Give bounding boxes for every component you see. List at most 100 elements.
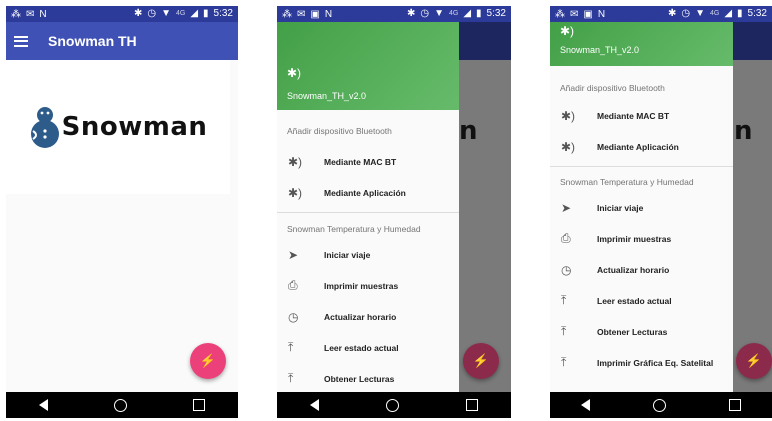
- menu-item-imprimir-muestras[interactable]: ⎙ Imprimir muestras: [277, 270, 459, 301]
- app-bar: Snowman TH: [6, 22, 238, 60]
- divider: [550, 166, 733, 167]
- print-icon: ⎙: [288, 278, 298, 292]
- recents-icon[interactable]: [193, 399, 205, 411]
- notification-icon: ⁂: [11, 8, 21, 20]
- snowman-logo: Snowman: [29, 105, 208, 149]
- drawer-header: ✱) Snowman_TH_v2.0: [277, 22, 459, 110]
- menu-icon[interactable]: [14, 35, 28, 47]
- section-sensor: Snowman Temperatura y Humedad: [560, 177, 694, 187]
- back-icon[interactable]: [310, 399, 320, 411]
- menu-item-app[interactable]: ✱) Mediante Aplicación: [550, 131, 733, 162]
- print-icon: ⎙: [561, 231, 571, 245]
- phone-drawer-open: ⁂ ✉ ▣ N ✱ ◷ ▼ 4G ◢ ▮ 5:32 n ⚡ ✱) Snowman…: [277, 6, 511, 418]
- send-icon: ➤: [288, 247, 299, 262]
- fab-connect-button[interactable]: ⚡: [190, 343, 226, 379]
- clock-icon: ◷: [288, 309, 299, 324]
- n-icon: N: [597, 8, 606, 20]
- menu-item-mac-bt[interactable]: ✱) Mediante MAC BT: [550, 100, 733, 131]
- plug-icon: ⚡: [199, 353, 217, 368]
- bluetooth-icon: ✱): [288, 154, 303, 169]
- bluetooth-icon: ✱): [287, 66, 302, 80]
- device-name: Snowman_TH_v2.0: [560, 45, 640, 55]
- signal-icon: ◢: [463, 8, 472, 19]
- signal-tag: 4G: [175, 10, 186, 17]
- menu-item-obtener-lecturas[interactable]: ⤒ Obtener Lecturas: [277, 363, 459, 392]
- upload-icon: ⤒: [288, 371, 294, 385]
- image-icon: ▣: [583, 8, 593, 20]
- clock-time: 5:32: [213, 8, 233, 19]
- upload-icon: ⤒: [561, 324, 567, 338]
- bluetooth-icon: ✱): [561, 139, 576, 154]
- bluetooth-icon: ✱): [560, 24, 575, 38]
- bluetooth-icon: ✱): [288, 185, 303, 200]
- send-icon: ➤: [561, 200, 572, 215]
- bluetooth-status-icon: ✱: [406, 8, 416, 19]
- section-bluetooth: Añadir dispositivo Bluetooth: [287, 126, 392, 136]
- device-name: Snowman_TH_v2.0: [287, 91, 367, 101]
- wifi-icon: ▼: [434, 8, 444, 19]
- menu-item-actualizar-horario[interactable]: ◷ Actualizar horario: [550, 254, 733, 285]
- mail-icon: ✉: [26, 8, 35, 20]
- recents-icon[interactable]: [465, 399, 478, 411]
- phone-main-screen: ⁂ ✉ N ✱ ◷ ▼ 4G ◢ ▮ 5:32 Snowman TH Snowm…: [6, 6, 238, 418]
- menu-item-imprimir-grafica[interactable]: ⤒ Imprimir Gráfica Eq. Satelital: [550, 347, 733, 378]
- upload-icon: ⤒: [561, 293, 567, 307]
- menu-item-obtener-lecturas[interactable]: ⤒ Obtener Lecturas: [550, 316, 733, 347]
- alarm-icon: ◷: [681, 8, 691, 19]
- bluetooth-icon: ✱): [561, 108, 576, 123]
- recents-icon[interactable]: [728, 399, 741, 411]
- navigation-drawer: ✱) Snowman_TH_v2.0 Añadir dispositivo Bl…: [277, 22, 459, 392]
- back-icon[interactable]: [581, 399, 591, 411]
- menu-item-leer-estado[interactable]: ⤒ Leer estado actual: [277, 332, 459, 363]
- status-bar: ⁂ ✉ ▣ N ✱ ◷ ▼ 4G ◢ ▮ 5:32: [277, 6, 511, 22]
- app-title: Snowman TH: [48, 33, 137, 49]
- signal-icon: ◢: [724, 8, 733, 19]
- upload-icon: ⤒: [288, 340, 294, 354]
- menu-item-mac-bt[interactable]: ✱) Mediante MAC BT: [277, 146, 459, 177]
- plug-icon: ⚡: [472, 353, 490, 368]
- menu-item-actualizar-horario[interactable]: ◷ Actualizar horario: [277, 301, 459, 332]
- image-icon: ▣: [310, 8, 320, 20]
- snowman-icon: [30, 107, 59, 148]
- menu-item-leer-estado[interactable]: ⤒ Leer estado actual: [550, 285, 733, 316]
- nav-bar: [6, 392, 238, 418]
- notification-icon: ⁂: [555, 8, 565, 20]
- wifi-icon: ▼: [161, 8, 171, 19]
- n-icon: N: [324, 8, 333, 20]
- battery-icon: ▮: [203, 8, 209, 19]
- signal-tag: 4G: [709, 10, 720, 17]
- bluetooth-status-icon: ✱: [667, 8, 677, 19]
- alarm-icon: ◷: [420, 8, 430, 19]
- fab-connect-button: ⚡: [736, 343, 772, 379]
- clock-icon: ◷: [561, 262, 572, 277]
- drawer-header: ✱) Snowman_TH_v2.0: [550, 22, 733, 66]
- home-icon[interactable]: [114, 398, 127, 412]
- navigation-drawer: ✱) Snowman_TH_v2.0 Añadir dispositivo Bl…: [550, 22, 733, 392]
- signal-tag: 4G: [448, 10, 459, 17]
- menu-item-imprimir-muestras[interactable]: ⎙ Imprimir muestras: [550, 223, 733, 254]
- nav-bar: [550, 392, 772, 418]
- mail-icon: ✉: [297, 8, 306, 20]
- menu-item-iniciar-viaje[interactable]: ➤ Iniciar viaje: [550, 192, 733, 223]
- alarm-icon: ◷: [147, 8, 157, 19]
- section-sensor: Snowman Temperatura y Humedad: [287, 224, 421, 234]
- home-icon[interactable]: [652, 398, 666, 412]
- logo-text: Snowman: [61, 112, 208, 142]
- n-icon: N: [39, 8, 47, 20]
- fab-connect-button: ⚡: [463, 343, 499, 379]
- background-logo-fragment: n: [459, 116, 478, 146]
- nav-bar: [277, 392, 511, 418]
- status-bar: ⁂ ✉ N ✱ ◷ ▼ 4G ◢ ▮ 5:32: [6, 6, 238, 22]
- battery-icon: ▮: [476, 8, 482, 19]
- wifi-icon: ▼: [695, 8, 705, 19]
- home-icon[interactable]: [385, 398, 399, 412]
- menu-item-app[interactable]: ✱) Mediante Aplicación: [277, 177, 459, 208]
- upload-icon: ⤒: [561, 355, 567, 369]
- mail-icon: ✉: [570, 8, 579, 20]
- status-bar: ⁂ ✉ ▣ N ✱ ◷ ▼ 4G ◢ ▮ 5:32: [550, 6, 772, 22]
- signal-icon: ◢: [190, 8, 199, 19]
- battery-icon: ▮: [737, 8, 743, 19]
- section-bluetooth: Añadir dispositivo Bluetooth: [560, 83, 665, 93]
- back-icon[interactable]: [39, 399, 48, 411]
- menu-item-iniciar-viaje[interactable]: ➤ Iniciar viaje: [277, 239, 459, 270]
